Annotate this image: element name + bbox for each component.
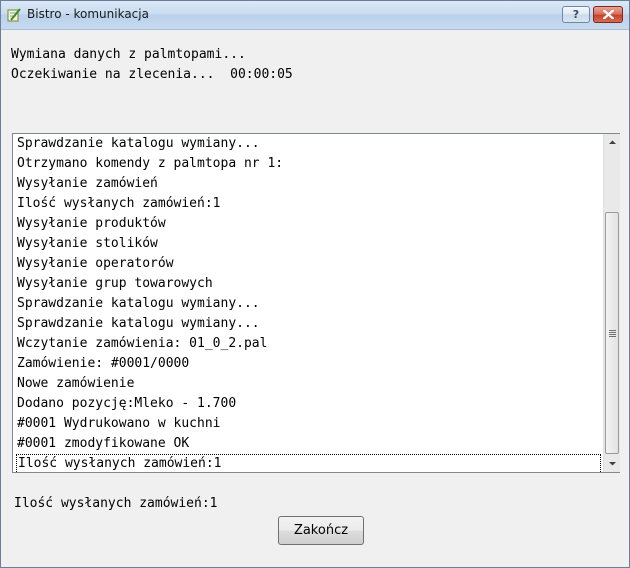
pencil-notepad-icon [7,7,21,22]
log-item[interactable]: Wysyłanie operatorów [16,254,601,274]
log-item[interactable]: Zamówienie: #0001/0000 [16,354,601,374]
vertical-scrollbar[interactable] [603,134,620,472]
log-item[interactable]: Wysyłanie produktów [16,214,601,234]
log-items: Sprawdzanie katalogu wymiany... Otrzymano… [13,134,602,472]
help-icon: ? [572,8,580,21]
log-item[interactable]: Wysyłanie grup towarowych [16,274,601,294]
log-item[interactable]: Wczytanie zamówienia: 01_0_2.pal [16,334,601,354]
log-item[interactable]: Wysyłanie zamówień [16,174,601,194]
log-item[interactable]: #0001 Wydrukowano w kuchni [16,414,601,434]
title-bar[interactable]: Bistro - komunikacja ? [1,1,629,30]
summary-text: Ilość wysłanych zamówień:1 [14,496,218,511]
log-item[interactable]: Otrzymano komendy z palmtopa nr 1: [16,154,601,174]
log-item[interactable]: Sprawdzanie katalogu wymiany... [16,314,601,334]
status-exchange: Wymiana danych z palmtopami... [11,47,246,62]
dialog-window: Bistro - komunikacja ? Wymiana danych z … [0,0,630,568]
log-item[interactable]: Wysyłanie stolików [16,234,601,254]
dialog-body: Wymiana danych z palmtopami... Oczekiwan… [2,30,628,566]
grip-icon [609,330,616,338]
scroll-thumb[interactable] [605,212,619,454]
log-item[interactable]: Sprawdzanie katalogu wymiany... [16,134,601,154]
log-item[interactable]: Dodano pozycję:Mleko - 1.700 [16,394,601,414]
log-item[interactable]: #0001 zmodyfikowane OK [16,434,601,454]
arrow-up-icon [609,140,616,144]
close-button[interactable] [593,6,623,23]
end-button[interactable]: Zakończ [278,516,364,545]
log-item[interactable]: Nowe zamówienie [16,374,601,394]
window-title: Bistro - komunikacja [27,7,149,21]
close-icon [603,10,614,19]
status-waiting: Oczekiwanie na zlecenia... 00:00:05 [11,67,293,82]
arrow-down-icon [609,462,616,466]
scroll-down-button[interactable] [604,455,621,472]
log-listbox[interactable]: Sprawdzanie katalogu wymiany... Otrzymano… [12,133,620,473]
log-item[interactable]: Ilość wysłanych zamówień:1 [16,194,601,214]
log-item[interactable]: Ilość wysłanych zamówień:1 [16,454,601,472]
scroll-up-button[interactable] [604,134,621,151]
log-item[interactable]: Sprawdzanie katalogu wymiany... [16,294,601,314]
help-button[interactable]: ? [562,6,590,23]
